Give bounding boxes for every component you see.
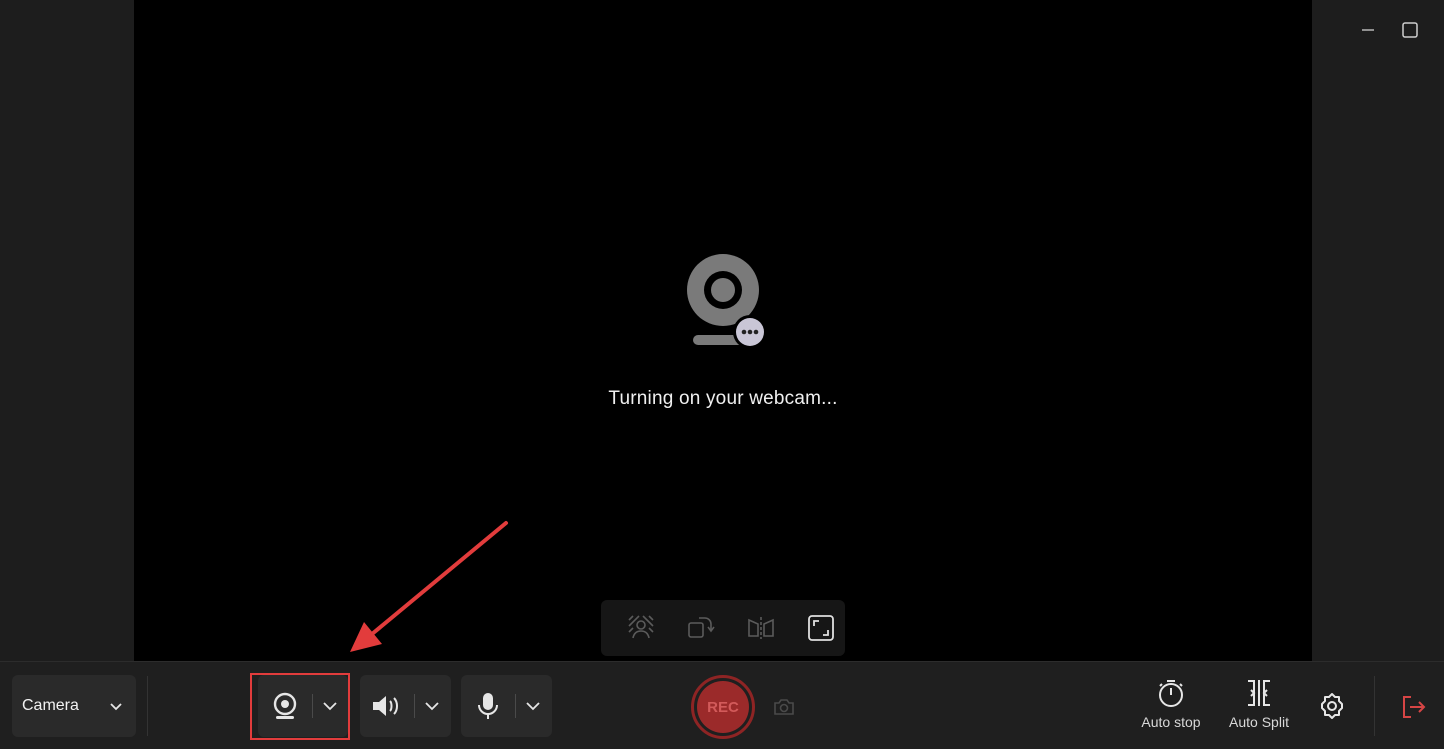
webcam-dropdown-button[interactable] <box>313 675 347 737</box>
auto-split-button[interactable]: Auto Split <box>1224 678 1294 730</box>
divider <box>147 676 148 736</box>
maximize-button[interactable] <box>1396 16 1424 44</box>
recorder-window: Turning on your webcam... Camera REC Aut… <box>0 0 1444 749</box>
fullscreen-button[interactable] <box>801 608 841 648</box>
microphone-control <box>461 675 552 737</box>
speaker-dropdown-button[interactable] <box>415 675 449 737</box>
preview-toolbar <box>601 600 845 656</box>
auto-stop-label: Auto stop <box>1141 714 1201 730</box>
screenshot-button[interactable] <box>771 695 797 719</box>
record-button[interactable]: REC <box>691 675 755 739</box>
auto-stop-button[interactable]: Auto stop <box>1136 678 1206 730</box>
webcam-preview: Turning on your webcam... <box>134 0 1312 661</box>
rotate-icon <box>688 617 715 638</box>
timer-icon <box>1159 680 1183 707</box>
chevron-down-icon <box>425 702 439 711</box>
rotate-button[interactable] <box>681 608 721 648</box>
split-icon <box>1248 680 1270 706</box>
speaker-icon <box>373 696 398 716</box>
webcam-toggle-button[interactable] <box>258 675 312 737</box>
right-panel <box>1312 0 1444 661</box>
exit-button[interactable] <box>1398 692 1430 722</box>
exit-icon <box>1403 696 1426 718</box>
webcam-loading-icon <box>687 254 767 349</box>
background-blur-button[interactable] <box>621 608 661 648</box>
settings-button[interactable] <box>1314 688 1350 724</box>
microphone-toggle-button[interactable] <box>461 675 515 737</box>
camera-icon <box>774 699 794 715</box>
mirror-button[interactable] <box>741 608 781 648</box>
minimize-icon <box>1362 29 1374 31</box>
minimize-button[interactable] <box>1354 16 1382 44</box>
speaker-control <box>360 675 451 737</box>
gear-icon <box>1321 693 1343 719</box>
maximize-icon <box>1402 22 1418 38</box>
chevron-down-icon <box>110 703 122 711</box>
chevron-down-icon <box>526 702 540 711</box>
speaker-toggle-button[interactable] <box>360 675 414 737</box>
background-blur-icon <box>628 615 654 639</box>
bottom-toolbar: Camera REC Auto stop Auto Split <box>0 661 1444 749</box>
divider <box>1374 676 1375 736</box>
mode-select[interactable]: Camera <box>12 675 136 737</box>
webcam-icon <box>273 692 297 719</box>
left-panel <box>0 0 134 661</box>
mirror-icon <box>748 617 774 639</box>
microphone-dropdown-button[interactable] <box>516 675 550 737</box>
status-text: Turning on your webcam... <box>608 388 838 409</box>
mode-label: Camera <box>22 697 79 714</box>
record-label: REC <box>697 681 749 733</box>
microphone-icon <box>478 693 498 719</box>
webcam-control <box>258 675 348 737</box>
chevron-down-icon <box>323 702 337 711</box>
auto-split-label: Auto Split <box>1229 714 1289 730</box>
fullscreen-icon <box>808 615 834 641</box>
